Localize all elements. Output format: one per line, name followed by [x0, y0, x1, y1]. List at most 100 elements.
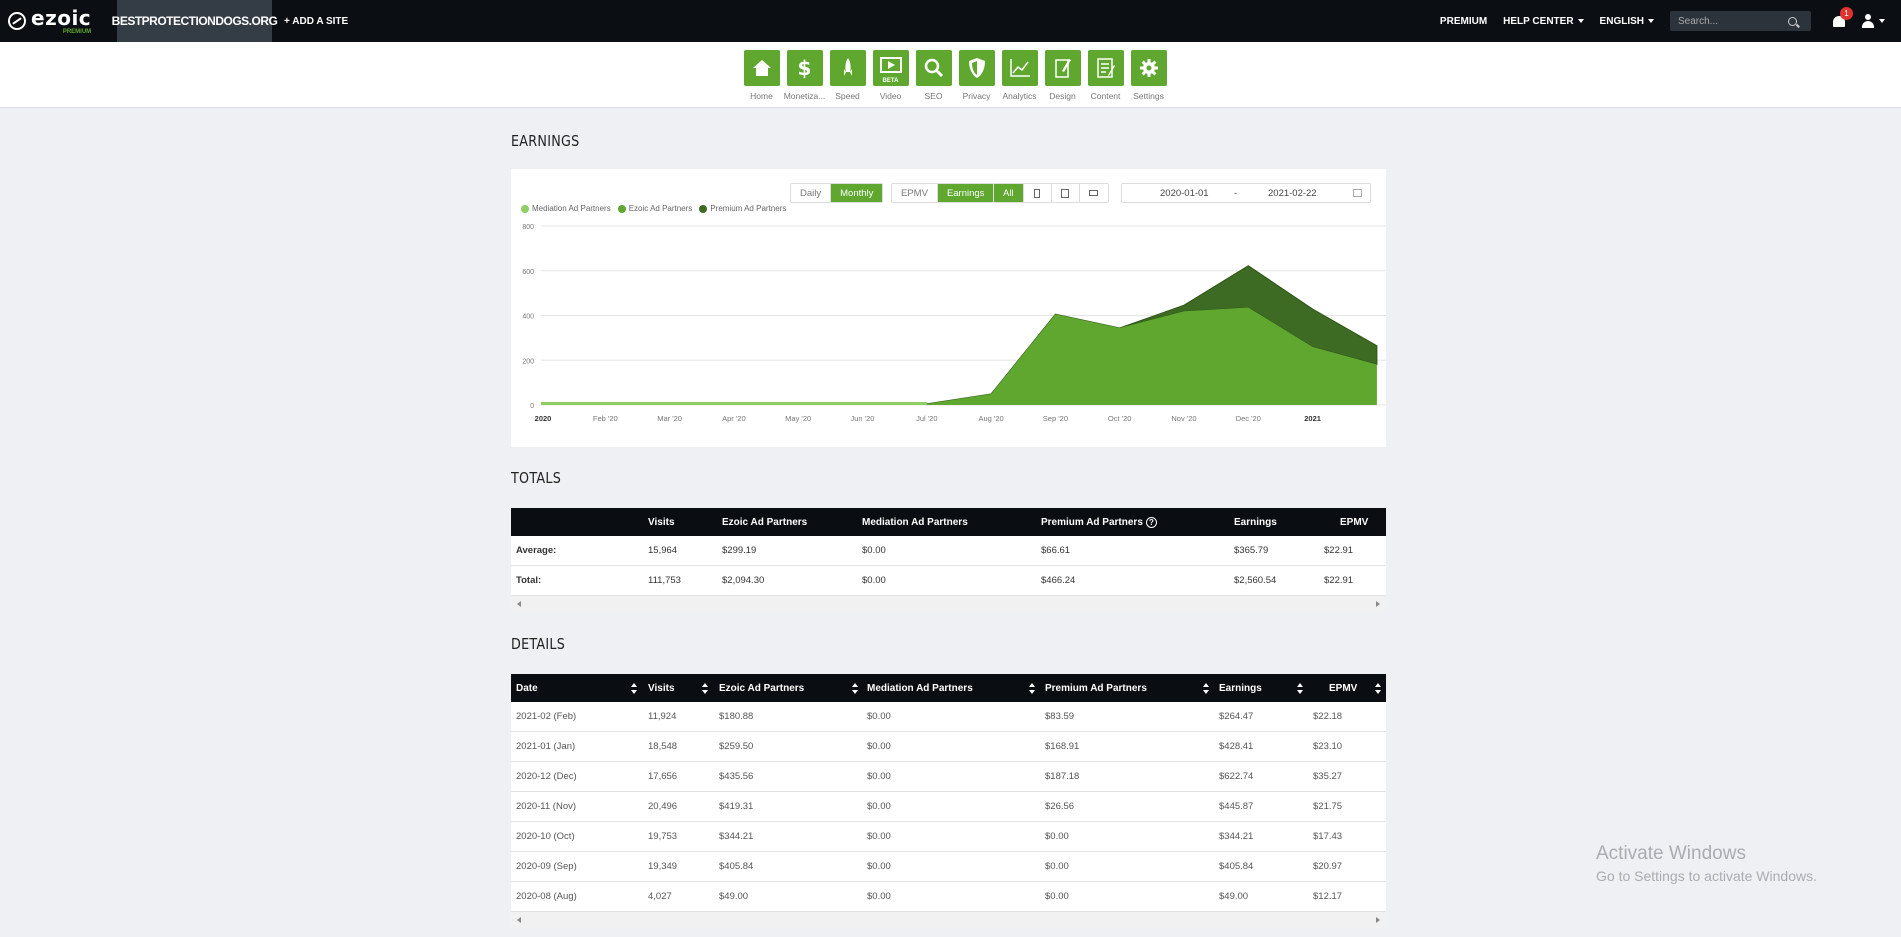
sort-icon[interactable]: [1203, 683, 1209, 694]
all-devices-button[interactable]: All: [994, 184, 1024, 202]
table-cell: $180.88: [719, 711, 754, 722]
table-cell: $0.00: [862, 545, 886, 556]
table-row: Total: 111,753 $2,094.30 $0.00 $466.24 $…: [511, 566, 1386, 596]
legend-item[interactable]: Mediation Ad Partners: [521, 204, 611, 213]
table-cell: $405.84: [719, 861, 754, 872]
table-row: Average: 15,964 $299.19 $0.00 $66.61 $36…: [511, 536, 1386, 566]
legend-label: Mediation Ad Partners: [532, 204, 611, 213]
horizontal-scrollbar[interactable]: [511, 912, 1386, 928]
nav-settings[interactable]: Settings: [1130, 50, 1167, 107]
series-area: [541, 307, 1377, 405]
sort-icon[interactable]: [1375, 683, 1381, 694]
table-cell: $2,560.54: [1234, 575, 1277, 586]
nav-design[interactable]: Design: [1044, 50, 1081, 107]
column-header-epmv[interactable]: EPMV: [1329, 674, 1357, 702]
nav-label: Speed: [835, 91, 860, 101]
legend-item[interactable]: Premium Ad Partners: [699, 204, 786, 213]
desktop-button[interactable]: [1080, 184, 1108, 202]
user-menu[interactable]: [1861, 14, 1875, 28]
column-header: Premium Ad Partners?: [1041, 508, 1157, 536]
logo-subtitle: PREMIUM: [62, 28, 92, 35]
column-header-premium[interactable]: Premium Ad Partners: [1045, 674, 1147, 702]
daily-button[interactable]: Daily: [791, 184, 832, 202]
chevron-down-icon[interactable]: [1879, 19, 1885, 23]
column-header-date[interactable]: Date: [516, 674, 538, 702]
nav-speed[interactable]: Speed: [829, 50, 866, 107]
nav-content[interactable]: Content: [1087, 50, 1124, 107]
language-menu[interactable]: ENGLISH: [1600, 16, 1654, 27]
column-header-ezoic[interactable]: Ezoic Ad Partners: [719, 674, 804, 702]
chevron-down-icon: [1648, 19, 1654, 23]
table-cell: 19,349: [648, 861, 678, 872]
date-range-picker[interactable]: 2020-01-01 - 2021-02-22: [1121, 183, 1371, 203]
sort-icon[interactable]: [1029, 683, 1035, 694]
table-row: 2020-09 (Sep) 19,349 $405.84 $0.00 $0.00 $405…: [511, 852, 1386, 882]
earnings-button[interactable]: Earnings: [937, 184, 994, 202]
end-date[interactable]: 2021-02-22: [1268, 188, 1317, 199]
scroll-left-icon[interactable]: [517, 601, 521, 607]
site-selector[interactable]: BESTPROTECTIONDOGS.ORG: [112, 0, 278, 42]
help-icon[interactable]: ?: [1145, 516, 1157, 528]
nav-label: Privacy: [962, 91, 991, 101]
start-date[interactable]: 2020-01-01: [1160, 188, 1209, 199]
column-header-earnings[interactable]: Earnings: [1219, 674, 1262, 702]
scroll-left-icon[interactable]: [517, 917, 521, 923]
sort-icon[interactable]: [631, 683, 637, 694]
table-cell: $22.18: [1313, 711, 1343, 722]
search-icon[interactable]: [1788, 16, 1797, 26]
sort-icon[interactable]: [702, 683, 708, 694]
details-table: Date Visits Ezoic Ad Partners Mediation …: [511, 674, 1386, 928]
y-tick-label: 200: [522, 358, 534, 365]
ezoic-logo[interactable]: ezoic PREMIUM: [0, 0, 117, 42]
nav-label: SEO: [924, 91, 943, 101]
column-header-mediation[interactable]: Mediation Ad Partners: [867, 674, 973, 702]
tablet-button[interactable]: [1052, 184, 1080, 202]
table-cell: $445.87: [1219, 801, 1254, 812]
x-tick-label: Nov '20: [1171, 414, 1196, 423]
nav-analytics[interactable]: Analytics: [1001, 50, 1038, 107]
table-cell: $20.97: [1313, 861, 1343, 872]
scroll-right-icon[interactable]: [1376, 917, 1380, 923]
x-tick-label: Oct '20: [1108, 414, 1132, 423]
notifications-button[interactable]: 1: [1831, 7, 1853, 29]
table-cell: $466.24: [1041, 575, 1076, 586]
table-cell: 2020-12 (Dec): [516, 771, 577, 782]
rocket-icon: [829, 50, 866, 86]
table-cell: $299.19: [722, 545, 757, 556]
sort-icon[interactable]: [852, 683, 858, 694]
mobile-button[interactable]: [1024, 184, 1052, 202]
nav-home[interactable]: Home: [743, 50, 780, 107]
date-separator: -: [1234, 187, 1238, 199]
table-cell: $0.00: [867, 861, 891, 872]
sort-icon[interactable]: [1297, 683, 1303, 694]
language-label: ENGLISH: [1599, 15, 1644, 27]
search-input[interactable]: [1678, 15, 1788, 27]
table-cell: $0.00: [1045, 891, 1069, 902]
table-cell: $259.50: [719, 741, 754, 752]
add-site-link[interactable]: + ADD A SITE: [284, 16, 348, 27]
help-center-menu[interactable]: HELP CENTER: [1503, 16, 1584, 27]
nav-monetization[interactable]: $ Monetiza...: [784, 50, 825, 107]
watermark-title: Activate Windows: [1596, 843, 1746, 864]
nav-seo[interactable]: SEO: [915, 50, 952, 107]
table-cell: $405.84: [1219, 861, 1254, 872]
premium-link[interactable]: PREMIUM: [1440, 16, 1487, 27]
top-bar: ezoic PREMIUM BESTPROTECTIONDOGS.ORG + A…: [0, 0, 1901, 42]
details-body: 2021-02 (Feb) 11,924 $180.88 $0.00 $83.59 $26…: [511, 702, 1386, 912]
nav-label: Analytics: [1002, 91, 1037, 101]
scroll-right-icon[interactable]: [1376, 601, 1380, 607]
activate-windows-watermark: Activate Windows Go to Settings to activ…: [1596, 843, 1817, 884]
column-header-visits[interactable]: Visits: [648, 674, 675, 702]
monthly-button[interactable]: Monthly: [831, 184, 883, 202]
nav-privacy[interactable]: Privacy: [958, 50, 995, 107]
table-cell: $0.00: [867, 711, 891, 722]
x-tick-label: 2021: [1304, 414, 1321, 423]
nav-label: Video: [879, 91, 902, 101]
epmv-button[interactable]: EPMV: [892, 184, 938, 202]
legend-item[interactable]: Ezoic Ad Partners: [617, 204, 692, 213]
calendar-icon[interactable]: [1353, 189, 1362, 197]
horizontal-scrollbar[interactable]: [511, 596, 1386, 612]
nav-video[interactable]: BETA Video: [872, 50, 909, 107]
table-row: 2021-01 (Jan) 18,548 $259.50 $0.00 $168.91 $4…: [511, 732, 1386, 762]
device-toggle: All: [993, 183, 1109, 203]
